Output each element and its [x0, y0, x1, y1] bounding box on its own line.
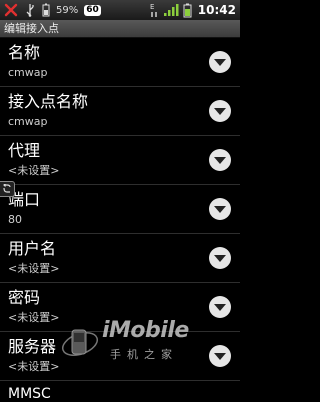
field-title: 名称 — [8, 43, 41, 62]
field-title: 密码 — [8, 288, 41, 307]
status-bar: 59% 60 E 10:42 — [0, 0, 240, 20]
clock: 10:42 — [197, 3, 236, 17]
field-row-apn[interactable]: 接入点名称 cmwap — [0, 87, 240, 136]
dropdown-chevron-icon[interactable] — [208, 344, 232, 368]
usb-debug-icon — [4, 3, 18, 17]
battery-icon — [42, 3, 50, 17]
field-row-name[interactable]: 名称 cmwap — [0, 38, 240, 87]
signal-edge-icon: E — [149, 2, 159, 18]
field-value: <未设置> — [8, 311, 60, 324]
battery-percent: 59% — [56, 4, 79, 16]
field-title: 接入点名称 — [8, 92, 89, 111]
battery-level-icon — [183, 3, 192, 18]
dropdown-chevron-icon[interactable] — [208, 295, 232, 319]
back-arrow-icon — [3, 184, 11, 193]
dropdown-chevron-icon[interactable] — [208, 246, 232, 270]
field-value: <未设置> — [8, 360, 60, 373]
field-value: <未设置> — [8, 164, 60, 177]
dropdown-chevron-icon[interactable] — [208, 50, 232, 74]
field-row-server[interactable]: 服务器 <未设置> — [0, 332, 240, 381]
field-value: cmwap — [8, 115, 48, 128]
side-back-tab[interactable] — [0, 181, 15, 197]
page-title: 编辑接入点 — [0, 20, 240, 38]
apn-field-list: 名称 cmwap 接入点名称 cmwap 代理 <未设置> 端口 80 用户名 … — [0, 38, 240, 381]
field-row-username[interactable]: 用户名 <未设置> — [0, 234, 240, 283]
dropdown-chevron-icon[interactable] — [208, 99, 232, 123]
field-value: <未设置> — [8, 262, 60, 275]
battery-badge: 60 — [84, 4, 101, 16]
dropdown-chevron-icon[interactable] — [208, 148, 232, 172]
field-title: 服务器 — [8, 337, 57, 356]
field-row-proxy[interactable]: 代理 <未设置> — [0, 136, 240, 185]
signal-bars-icon — [163, 3, 179, 17]
svg-text:E: E — [150, 3, 154, 11]
field-value: 80 — [8, 213, 22, 226]
field-row-port[interactable]: 端口 80 — [0, 185, 240, 234]
field-value: cmwap — [8, 66, 48, 79]
field-title: 用户名 — [8, 239, 57, 258]
field-title: 代理 — [8, 141, 41, 160]
usb-connected-icon — [24, 3, 36, 17]
field-row-password[interactable]: 密码 <未设置> — [0, 283, 240, 332]
dropdown-chevron-icon[interactable] — [208, 197, 232, 221]
